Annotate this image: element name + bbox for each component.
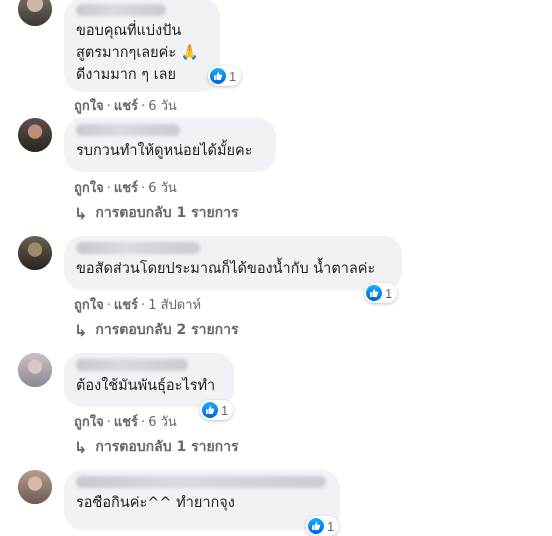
comment-bubble: รอซือกินค่ะ^^ ทำยากจุง (64, 470, 340, 530)
comment-bubble: ต้องใช้มันพันธุ์อะไรทำ (64, 353, 234, 407)
like-icon (210, 68, 226, 84)
reply-arrow-icon: ↳ (74, 437, 88, 457)
avatar[interactable] (18, 0, 52, 26)
comment-time[interactable]: 6 วัน (148, 99, 177, 114)
comment-bubble: ขอสัดส่วนโดยประมาณก็ได้ของน้ำกับ น้ำตาลค… (64, 236, 402, 290)
avatar[interactable] (18, 236, 52, 270)
like-button[interactable]: ถูกใจ (74, 298, 104, 313)
replies-count-label: การตอบกลับ 1 รายการ (95, 205, 239, 221)
comment-bubble: ขอบคุณที่แบ่งปัน สูตรมากๆเลยค่ะ 🙏 ดีงามม… (64, 0, 220, 92)
comment-actions: ถูกใจ · แชร์ · 6 วัน (74, 181, 177, 196)
reply-arrow-icon: ↳ (74, 203, 88, 223)
commenter-name[interactable] (76, 4, 166, 16)
comment-text: รบกวนทำให้ดูหน่อยได้มั้ยคะ (76, 143, 253, 159)
share-button[interactable]: แชร์ (114, 298, 138, 313)
comment-text: ขอบคุณที่แบ่งปัน สูตรมากๆเลยค่ะ 🙏 ดีงามม… (76, 23, 199, 83)
replies-count-label: การตอบกลับ 2 รายการ (95, 322, 239, 338)
like-button[interactable]: ถูกใจ (74, 181, 104, 196)
comment-actions: ถูกใจ · แชร์ · 1 สัปดาห์ (74, 298, 202, 313)
like-icon (308, 518, 324, 534)
comment-time[interactable]: 6 วัน (148, 415, 177, 430)
avatar[interactable] (18, 118, 52, 152)
reaction-count: 1 (229, 68, 237, 84)
view-replies-link[interactable]: ↳ การตอบกลับ 2 รายการ (74, 319, 239, 341)
reaction-count: 1 (221, 402, 229, 418)
like-icon (366, 285, 382, 301)
reaction-count: 1 (385, 285, 393, 301)
reaction-count: 1 (327, 518, 335, 534)
reaction-badge[interactable]: 1 (208, 66, 242, 86)
view-replies-link[interactable]: ↳ การตอบกลับ 1 รายการ (74, 202, 239, 224)
comment-time[interactable]: 6 วัน (148, 181, 177, 196)
comment-actions: ถูกใจ · แชร์ · 6 วัน (74, 99, 177, 114)
comment-time[interactable]: 1 สัปดาห์ (148, 298, 201, 313)
commenter-name[interactable] (76, 359, 188, 371)
reaction-badge[interactable]: 1 (200, 400, 234, 420)
commenter-name[interactable] (76, 476, 326, 488)
like-icon (202, 402, 218, 418)
reaction-badge[interactable]: 1 (306, 516, 340, 536)
comment-text: รอซือกินค่ะ^^ ทำยากจุง (76, 495, 235, 511)
like-button[interactable]: ถูกใจ (74, 415, 104, 430)
commenter-name[interactable] (76, 242, 200, 254)
reaction-badge[interactable]: 1 (364, 283, 398, 303)
comment-actions: ถูกใจ · แชร์ · 6 วัน (74, 415, 177, 430)
share-button[interactable]: แชร์ (114, 181, 138, 196)
replies-count-label: การตอบกลับ 1 รายการ (95, 439, 239, 455)
share-button[interactable]: แชร์ (114, 415, 138, 430)
comment-text: ขอสัดส่วนโดยประมาณก็ได้ของน้ำกับ น้ำตาลค… (76, 261, 376, 277)
avatar[interactable] (18, 353, 52, 387)
view-replies-link[interactable]: ↳ การตอบกลับ 1 รายการ (74, 436, 239, 458)
like-button[interactable]: ถูกใจ (74, 99, 104, 114)
comment-bubble: รบกวนทำให้ดูหน่อยได้มั้ยคะ (64, 118, 276, 172)
commenter-name[interactable] (76, 124, 180, 136)
comment-text: ต้องใช้มันพันธุ์อะไรทำ (76, 378, 216, 394)
share-button[interactable]: แชร์ (114, 99, 138, 114)
reply-arrow-icon: ↳ (74, 320, 88, 340)
avatar[interactable] (18, 470, 52, 504)
